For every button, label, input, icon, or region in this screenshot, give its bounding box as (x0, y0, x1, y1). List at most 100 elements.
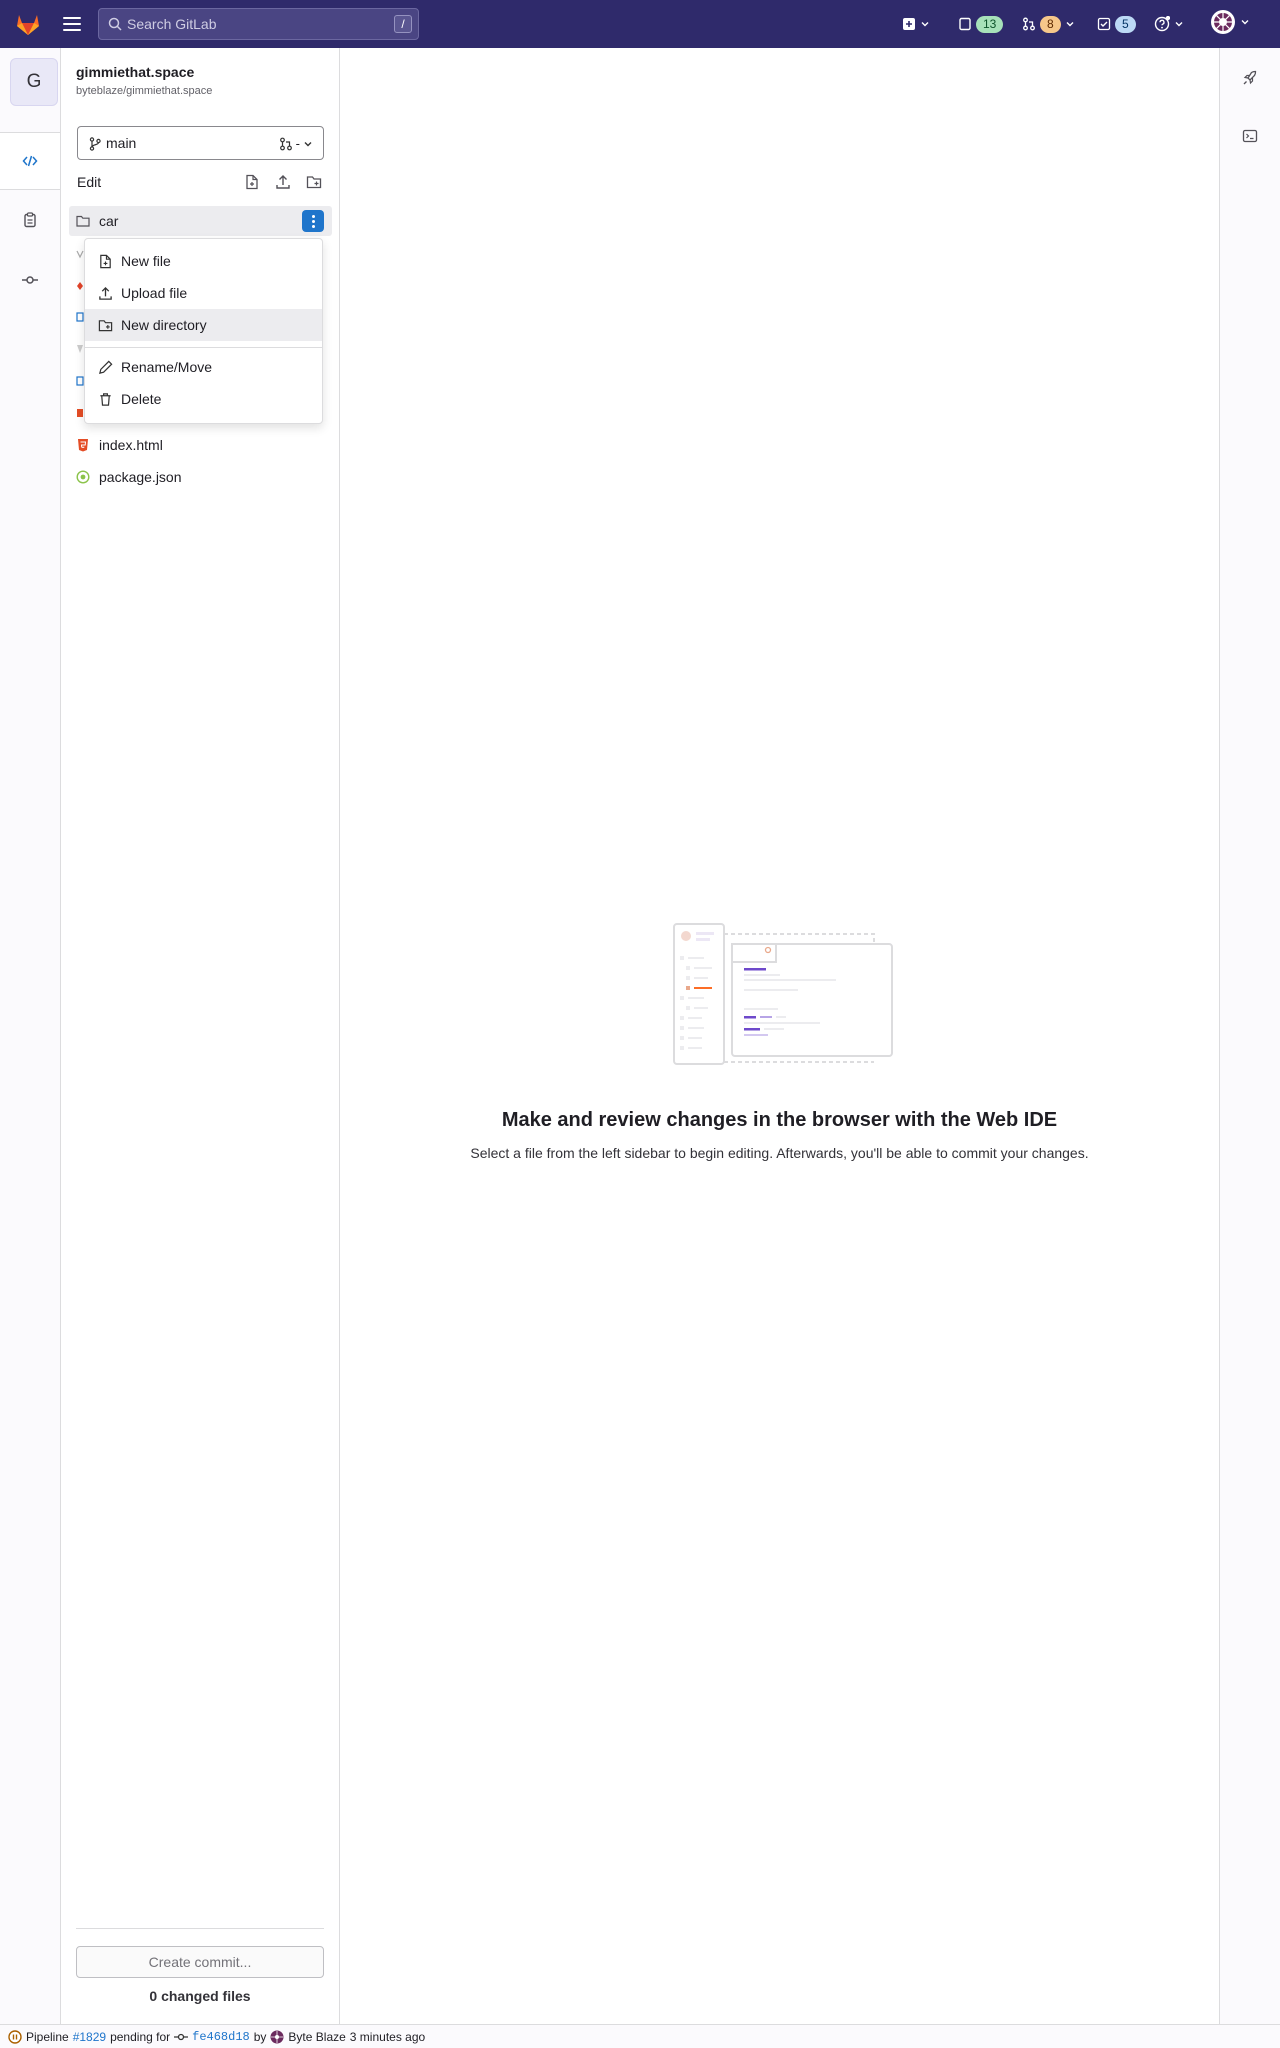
new-file-icon (246, 174, 258, 190)
folder-new-icon (98, 320, 113, 332)
status-by: by (253, 2029, 267, 2044)
more-actions-button[interactable] (302, 210, 324, 232)
status-pipeline-prefix: Pipeline (26, 2029, 69, 2044)
terminal-button[interactable] (1220, 116, 1280, 156)
menu-divider (85, 347, 322, 348)
issues-count-badge: 13 (976, 15, 1004, 33)
upload-file-button[interactable] (273, 172, 293, 192)
right-side-bar (1219, 48, 1280, 2024)
status-time: 3 minutes ago (349, 2029, 426, 2044)
todo-check-icon (1097, 17, 1111, 31)
commit-icon (174, 2033, 189, 2040)
status-bar: Pipeline #1829 pending for fe468d18 by B… (0, 2024, 1280, 2048)
top-navbar: Search GitLab / 13 8 5 (0, 0, 1280, 48)
issues-button[interactable]: 13 (958, 12, 1004, 36)
menu-item-label: Rename/Move (121, 359, 213, 375)
menu-item-rename-move[interactable]: Rename/Move (85, 351, 322, 383)
user-menu-dropdown[interactable] (1210, 10, 1250, 34)
commit-mode-button[interactable] (0, 251, 60, 309)
branch-name: main (106, 135, 137, 151)
chevron-down-icon (1066, 22, 1074, 27)
author-avatar-icon (270, 2030, 284, 2043)
project-path: byteblaze/gimmiethat.space (76, 85, 213, 97)
changed-files-count: 0 changed files (149, 1988, 251, 2004)
pipelines-button[interactable] (1220, 58, 1280, 98)
editor-area: Make and review changes in the browser w… (340, 48, 1219, 2024)
web-ide-empty-state-illustration (673, 923, 893, 1065)
file-type-icon (77, 409, 83, 417)
menu-item-upload-file[interactable]: Upload file (85, 277, 322, 309)
status-pipeline-state: pending for (110, 2029, 171, 2044)
help-dropdown[interactable] (1154, 12, 1184, 36)
trash-icon (100, 393, 111, 406)
search-shortcut-key: / (394, 15, 412, 33)
plus-square-icon (903, 18, 915, 30)
create-commit-button[interactable]: Create commit... (76, 1946, 324, 1978)
status-author[interactable]: Byte Blaze (288, 2030, 345, 2044)
commit-sha-link[interactable]: fe468d18 (192, 2030, 250, 2044)
main-menu-button[interactable] (62, 15, 82, 33)
search-placeholder: Search GitLab (127, 16, 217, 32)
file-type-icon (76, 312, 84, 322)
review-mode-button[interactable] (0, 191, 60, 249)
commit-icon (22, 276, 38, 284)
terminal-icon (1242, 129, 1258, 143)
branch-selector[interactable]: main - (77, 126, 324, 160)
merge-request-selector[interactable]: - (279, 136, 313, 151)
json-file-icon (76, 470, 90, 484)
divider (76, 1928, 324, 1929)
tree-item-label: package.json (99, 469, 182, 485)
activity-bar: G (0, 48, 61, 2024)
project-avatar[interactable]: G (10, 58, 58, 106)
empty-state-description: Select a file from the left sidebar to b… (470, 1145, 1089, 1161)
question-circle-icon (1154, 16, 1170, 32)
pencil-icon (99, 360, 113, 374)
git-file-icon (77, 282, 83, 290)
merge-requests-count-badge: 8 (1040, 15, 1061, 33)
menu-item-delete[interactable]: Delete (85, 383, 322, 415)
html-file-icon (78, 439, 88, 452)
merge-request-label: - (295, 136, 300, 151)
new-directory-button[interactable] (304, 172, 324, 192)
merge-request-icon (1023, 17, 1035, 31)
tree-item-file[interactable]: index.html (69, 430, 332, 460)
menu-item-label: Upload file (121, 285, 188, 301)
new-file-icon (100, 254, 111, 269)
rocket-icon (1243, 70, 1257, 85)
branch-icon (89, 137, 101, 151)
merge-request-icon (279, 137, 292, 150)
file-type-icon (76, 376, 84, 386)
new-file-button[interactable] (242, 172, 262, 192)
code-icon (22, 155, 38, 167)
tree-item-folder[interactable]: car (69, 206, 332, 236)
folder-actions-menu: New file Upload file New directory Renam… (84, 238, 323, 424)
merge-requests-dropdown[interactable]: 8 (1022, 12, 1075, 36)
folder-icon (76, 215, 90, 227)
edit-mode-button[interactable] (0, 132, 60, 190)
menu-item-label: New directory (121, 317, 207, 333)
file-type-icon (76, 250, 84, 259)
file-type-icon (77, 345, 83, 353)
pipeline-pending-icon (8, 2029, 22, 2044)
pipeline-link[interactable]: #1829 (73, 2030, 106, 2044)
issues-icon (959, 17, 971, 31)
upload-icon (276, 175, 290, 189)
tree-item-label: index.html (99, 437, 163, 453)
menu-item-new-file[interactable]: New file (85, 245, 322, 277)
gitlab-logo-icon[interactable] (14, 10, 42, 38)
tree-item-label: car (99, 213, 119, 229)
folder-new-icon (306, 176, 322, 189)
upload-icon (99, 286, 112, 300)
edit-section-label: Edit (77, 174, 102, 190)
chevron-down-icon (921, 22, 929, 27)
todos-count-badge: 5 (1115, 15, 1136, 33)
search-input[interactable]: Search GitLab / (98, 8, 419, 40)
menu-item-label: New file (121, 253, 171, 269)
tree-item-file[interactable]: package.json (69, 462, 332, 492)
todos-button[interactable]: 5 (1097, 12, 1136, 36)
search-icon (108, 17, 122, 31)
clipboard-icon (24, 212, 36, 228)
project-name[interactable]: gimmiethat.space (76, 64, 194, 80)
menu-item-new-directory[interactable]: New directory (85, 309, 322, 341)
create-new-dropdown[interactable] (902, 12, 930, 36)
